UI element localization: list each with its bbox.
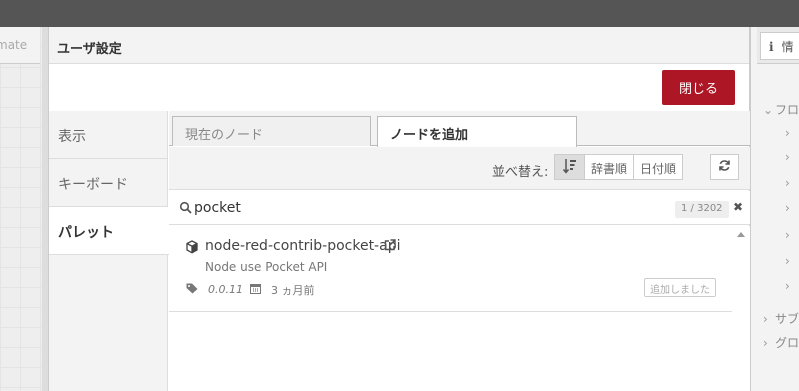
package-updated: 3 ヵ月前 bbox=[271, 284, 315, 297]
tree-flows-label: フロ bbox=[775, 103, 799, 117]
installed-button[interactable]: 追加しました bbox=[644, 278, 716, 297]
tree-row[interactable]: › bbox=[757, 279, 799, 303]
external-link-icon[interactable] bbox=[384, 239, 396, 251]
chevron-right-icon: › bbox=[785, 126, 790, 140]
tree-subflows[interactable]: › サブ bbox=[757, 310, 799, 334]
tab-current-nodes[interactable]: 現在のノード bbox=[172, 116, 371, 146]
refresh-icon bbox=[719, 160, 730, 171]
info-tab-label: 情 bbox=[781, 40, 794, 54]
app-header bbox=[0, 0, 799, 27]
sort-relevance-button[interactable] bbox=[554, 154, 585, 180]
tree-row[interactable]: › bbox=[757, 228, 799, 252]
tab-install[interactable]: ノードを追加 bbox=[377, 116, 577, 147]
package-name-link[interactable]: node-red-contrib-pocket-api bbox=[205, 238, 400, 254]
chevron-right-icon: › bbox=[785, 228, 790, 242]
sidebar-item-view[interactable]: 表示 bbox=[49, 111, 168, 159]
tree-row[interactable]: › bbox=[757, 126, 799, 150]
chevron-right-icon: › bbox=[763, 336, 768, 350]
tree-row[interactable]: › bbox=[757, 201, 799, 225]
clear-search-icon[interactable]: ✖ bbox=[733, 200, 743, 214]
workspace-canvas bbox=[0, 27, 42, 391]
tree-globals-label: グロ bbox=[775, 336, 799, 350]
scrollbar[interactable] bbox=[732, 226, 750, 391]
close-button[interactable]: 閉じる bbox=[662, 70, 735, 105]
sort-label: 並べ替え: bbox=[492, 165, 549, 180]
search-icon bbox=[179, 201, 192, 214]
chevron-right-icon: › bbox=[785, 254, 790, 268]
chevron-right-icon: › bbox=[785, 201, 790, 215]
package-version: 0.0.11 bbox=[208, 283, 243, 296]
tree-flows[interactable]: ⌄ フロ bbox=[757, 101, 799, 125]
tag-icon bbox=[186, 283, 198, 294]
tree-row[interactable]: › bbox=[757, 176, 799, 200]
chevron-down-icon: ⌄ bbox=[763, 103, 774, 117]
scroll-up-icon[interactable] bbox=[737, 232, 745, 237]
palette-tabs: 現在のノード ノードを追加 bbox=[169, 111, 750, 147]
sort-icon bbox=[562, 159, 576, 174]
tree-row[interactable]: › bbox=[757, 150, 799, 174]
chevron-right-icon: › bbox=[785, 279, 790, 293]
search-input[interactable] bbox=[194, 198, 664, 218]
info-tab[interactable]: i情 bbox=[760, 32, 799, 60]
sidebar-item-keyboard[interactable]: キーボード bbox=[49, 159, 168, 207]
workspace-tab-label: mate bbox=[0, 38, 28, 52]
sort-button-group: 辞書順 日付順 bbox=[554, 154, 684, 180]
sidebar-item-palette[interactable]: パレット bbox=[49, 207, 169, 255]
sort-alpha-button[interactable]: 辞書順 bbox=[584, 154, 635, 180]
sort-toolbar: 並べ替え: 辞書順 日付順 bbox=[169, 147, 750, 190]
list-item: node-red-contrib-pocket-api Node use Poc… bbox=[169, 226, 732, 312]
workspace-tab[interactable]: mate bbox=[0, 27, 40, 64]
dialog-title: ユーザ設定 bbox=[49, 27, 749, 64]
user-settings-dialog: ユーザ設定 閉じる 表示 キーボード パレット 現在のノード ノードを追加 並べ… bbox=[48, 27, 750, 391]
settings-sidebar: 表示 キーボード パレット bbox=[49, 111, 169, 391]
refresh-button[interactable] bbox=[710, 154, 739, 180]
calendar-icon bbox=[250, 284, 261, 294]
chevron-right-icon: › bbox=[785, 176, 790, 190]
tree-row[interactable]: › bbox=[757, 254, 799, 278]
chevron-right-icon: › bbox=[763, 312, 768, 326]
result-count-badge: 1 / 3202 bbox=[675, 201, 729, 218]
sort-date-button[interactable]: 日付順 bbox=[633, 154, 684, 180]
package-description: Node use Pocket API bbox=[205, 260, 328, 274]
tree-subflows-label: サブ bbox=[775, 312, 799, 326]
package-icon bbox=[186, 240, 198, 254]
info-icon: i bbox=[769, 40, 774, 54]
chevron-right-icon: › bbox=[785, 150, 790, 164]
tree-globals[interactable]: › グロ bbox=[757, 334, 799, 358]
search-bar: 1 / 3202 ✖ bbox=[169, 191, 750, 225]
